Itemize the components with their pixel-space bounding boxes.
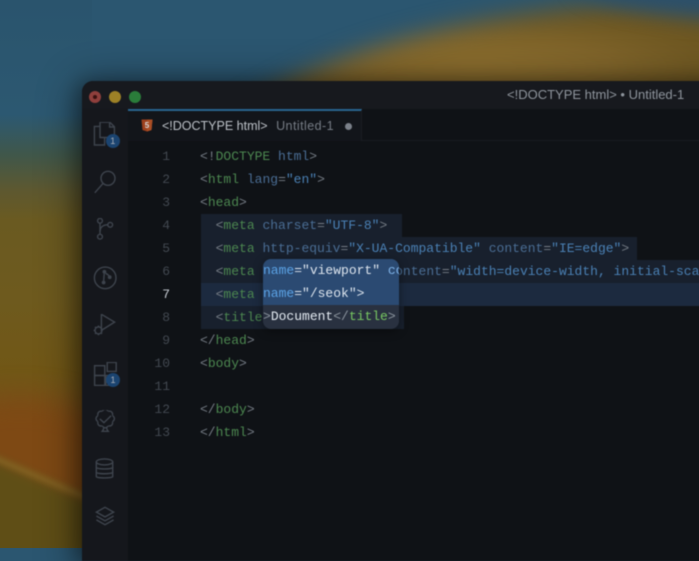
svg-text:5: 5: [145, 121, 150, 130]
